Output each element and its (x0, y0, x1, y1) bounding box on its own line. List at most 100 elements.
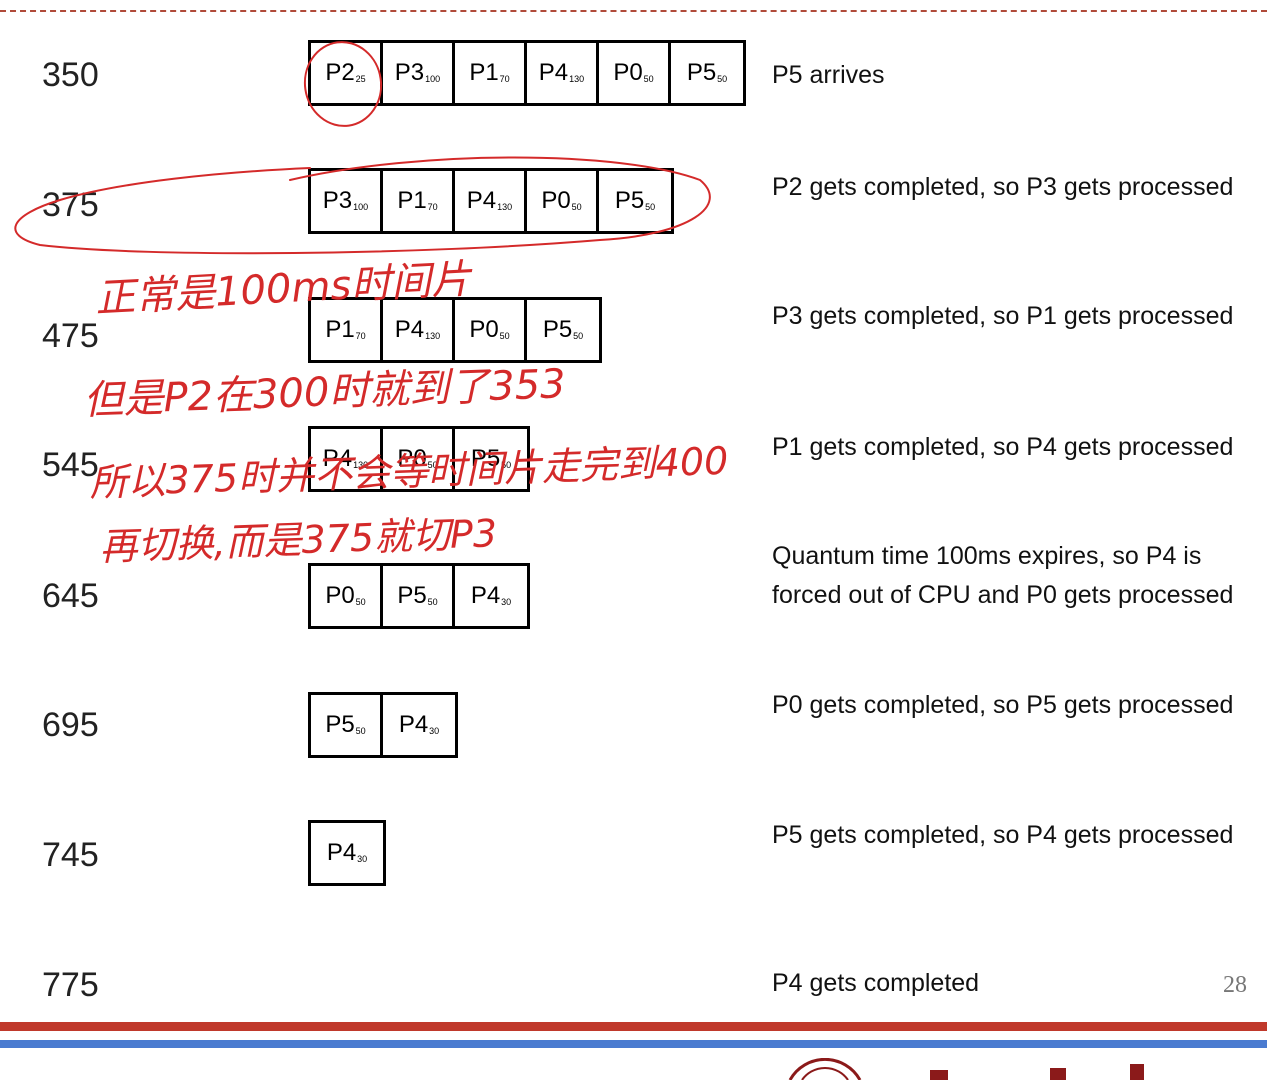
remaining-burst: 130 (353, 460, 369, 470)
footer-blue-band (0, 1040, 1267, 1048)
time-label: 695 (42, 706, 99, 744)
remaining-burst: 30 (501, 597, 512, 607)
ready-queue: P2 25 P3 100 P1 70 P4 130 P0 50 P5 50 (308, 40, 746, 106)
event-description: P2 gets completed, so P3 gets processed (772, 173, 1234, 201)
remaining-burst: 50 (645, 202, 656, 212)
process-name: P5 (614, 187, 645, 214)
process-name: P0 (397, 445, 427, 472)
university-logo (780, 1057, 1160, 1081)
remaining-burst: 130 (497, 202, 513, 212)
remaining-burst: 30 (357, 854, 368, 864)
process-name: P1 (325, 316, 355, 343)
process-name: P4 (326, 839, 357, 866)
process-name: P4 (394, 316, 425, 343)
event-description: P0 gets completed, so P5 gets processed (772, 691, 1234, 719)
remaining-burst: 50 (427, 460, 438, 470)
queue-cell: P0 50 (599, 43, 671, 103)
time-label: 545 (42, 446, 99, 484)
queue-cell: P1 70 (455, 43, 527, 103)
ready-queue: P1 70 P4 130 P0 50 P5 50 (308, 297, 602, 363)
event-description: Quantum time 100ms expires, so P4 is for… (772, 542, 1234, 609)
ready-queue: P4 30 (308, 820, 386, 886)
remaining-burst: 50 (717, 74, 728, 84)
remaining-burst: 100 (353, 202, 369, 212)
process-name: P1 (397, 187, 427, 214)
remaining-burst: 50 (499, 331, 510, 341)
event-description: P5 gets completed, so P4 gets processed (772, 821, 1234, 849)
queue-cell: P4 130 (527, 43, 599, 103)
process-name: P0 (469, 316, 499, 343)
queue-cell: P5 50 (383, 566, 455, 626)
process-name: P5 (686, 59, 717, 86)
process-name: P0 (613, 59, 643, 86)
time-label: 645 (42, 577, 99, 615)
remaining-burst: 130 (569, 74, 585, 84)
ready-queue: P0 50 P5 50 P4 30 (308, 563, 530, 629)
process-name: P4 (398, 711, 429, 738)
top-dashed-rule (0, 10, 1267, 12)
remaining-burst: 50 (571, 202, 582, 212)
queue-cell: P0 50 (455, 300, 527, 360)
remaining-burst: 50 (573, 331, 584, 341)
remaining-burst: 30 (429, 726, 440, 736)
process-name: P5 (470, 445, 501, 472)
queue-cell: P0 50 (527, 171, 599, 231)
queue-cell: P5 50 (455, 429, 527, 489)
queue-cell: P1 70 (383, 171, 455, 231)
process-name: P4 (538, 59, 569, 86)
queue-cell: P4 30 (455, 566, 527, 626)
process-name: P1 (469, 59, 499, 86)
remaining-burst: 25 (355, 74, 366, 84)
remaining-burst: 70 (355, 331, 366, 341)
handwritten-note: 但是P2在300时就到了353 (83, 361, 567, 424)
queue-cell: P4 30 (383, 695, 455, 755)
queue-cell: P4 130 (383, 300, 455, 360)
event-description: P3 gets completed, so P1 gets processed (772, 302, 1234, 330)
queue-cell: P0 50 (311, 566, 383, 626)
queue-cell: P5 50 (671, 43, 743, 103)
process-name: P3 (394, 59, 425, 86)
page-number: 28 (1223, 972, 1247, 998)
time-label: 350 (42, 56, 99, 94)
process-name: P4 (470, 582, 501, 609)
event-description: P5 arrives (772, 61, 885, 89)
event-description: P1 gets completed, so P4 gets processed (772, 433, 1234, 461)
logo-emblem-icon (788, 1057, 1144, 1081)
queue-cell: P3 100 (311, 171, 383, 231)
time-label: 745 (42, 836, 99, 874)
queue-cell: P4 30 (311, 823, 383, 883)
footer-red-band (0, 1022, 1267, 1031)
process-name: P3 (322, 187, 353, 214)
queue-cell: P5 50 (599, 171, 671, 231)
remaining-burst: 70 (499, 74, 510, 84)
ready-queue: P3 100 P1 70 P4 130 P0 50 P5 50 (308, 168, 674, 234)
time-label: 375 (42, 186, 99, 224)
process-name: P5 (542, 316, 573, 343)
remaining-burst: 50 (643, 74, 654, 84)
remaining-burst: 50 (355, 597, 366, 607)
remaining-burst: 130 (425, 331, 441, 341)
process-name: P4 (322, 445, 353, 472)
queue-cell: P4 130 (455, 171, 527, 231)
process-name: P0 (541, 187, 571, 214)
queue-cell: P4 130 (311, 429, 383, 489)
queue-cell: P5 50 (527, 300, 599, 360)
remaining-burst: 100 (425, 74, 441, 84)
queue-cell: P3 100 (383, 43, 455, 103)
event-description: P4 gets completed (772, 969, 980, 997)
process-name: P5 (397, 582, 427, 609)
queue-cell: P0 50 (383, 429, 455, 489)
remaining-burst: 50 (501, 460, 512, 470)
queue-cell: P1 70 (311, 300, 383, 360)
process-name: P5 (325, 711, 355, 738)
queue-cell: P2 25 (311, 43, 383, 103)
ready-queue: P4 130 P0 50 P5 50 (308, 426, 530, 492)
process-name: P2 (325, 59, 355, 86)
process-name: P0 (325, 582, 355, 609)
time-label: 475 (42, 317, 99, 355)
remaining-burst: 70 (427, 202, 438, 212)
handwritten-note: 再切换,而是375就切P3 (99, 511, 498, 569)
remaining-burst: 50 (355, 726, 366, 736)
queue-cell: P5 50 (311, 695, 383, 755)
time-label: 775 (42, 966, 99, 1004)
